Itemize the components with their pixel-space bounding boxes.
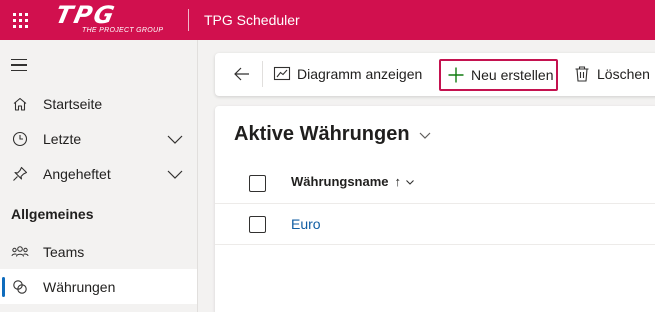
show-chart-button[interactable]: Diagramm anzeigen	[273, 59, 422, 89]
table-row[interactable]: Euro	[215, 204, 655, 245]
sidebar-section-title: Allgemeines	[11, 206, 94, 222]
back-arrow-icon[interactable]	[233, 65, 251, 83]
header-divider	[188, 9, 189, 31]
hamburger-menu-icon[interactable]	[11, 59, 27, 71]
coins-icon	[11, 278, 29, 296]
sidebar-item-teams[interactable]: Teams	[0, 234, 197, 269]
company-logo[interactable]: TPG THE PROJECT GROUP	[53, 1, 180, 36]
plus-icon	[447, 66, 465, 84]
sidebar-item-startseite[interactable]: Startseite	[0, 86, 197, 121]
pin-icon	[11, 165, 29, 183]
command-separator	[262, 61, 263, 87]
currency-name-link[interactable]: Euro	[291, 216, 321, 232]
delete-button[interactable]: Löschen	[573, 59, 650, 89]
sidebar-item-label: Angeheftet	[43, 165, 111, 182]
new-button[interactable]: Neu erstellen	[439, 59, 558, 91]
app-title[interactable]: TPG Scheduler	[204, 12, 300, 28]
row-checkbox[interactable]	[249, 216, 266, 233]
logo-mark: TPG	[53, 1, 119, 29]
new-button-label: Neu erstellen	[471, 67, 554, 83]
grid-header-row: Währungsname ↑	[215, 164, 655, 204]
home-icon	[11, 95, 29, 113]
chevron-down-icon	[406, 179, 414, 185]
view-selector[interactable]: Aktive Währungen	[234, 123, 432, 146]
sidebar-item-label: Währungen	[43, 278, 116, 295]
app-launcher-button[interactable]	[0, 0, 40, 40]
view-title: Aktive Währungen	[234, 123, 410, 145]
chevron-down-icon	[419, 132, 431, 139]
trash-icon	[573, 65, 591, 83]
sidebar-item-label: Teams	[43, 243, 85, 260]
people-icon	[11, 243, 29, 261]
sidebar: Startseite Letzte Angeheftet Allgemeines…	[0, 40, 198, 312]
sidebar-item-label: Letzte	[43, 130, 82, 147]
chevron-down-icon[interactable]	[166, 130, 184, 148]
column-header-label: Währungsname	[291, 174, 389, 189]
top-header: TPG THE PROJECT GROUP TPG Scheduler	[0, 0, 655, 40]
sort-ascending-icon: ↑	[394, 174, 402, 189]
show-chart-label: Diagramm anzeigen	[297, 66, 423, 82]
sidebar-item-angeheftet[interactable]: Angeheftet	[0, 156, 197, 191]
active-indicator	[2, 277, 5, 297]
delete-button-label: Löschen	[597, 66, 650, 82]
chart-icon	[273, 65, 291, 83]
column-header-waehrungsname[interactable]: Währungsname ↑	[291, 174, 415, 189]
command-bar: Diagramm anzeigen Neu erstellen Löschen	[215, 53, 655, 96]
chevron-down-icon[interactable]	[166, 165, 184, 183]
grid-card: Aktive Währungen Währungsname ↑ Euro	[215, 106, 655, 312]
sidebar-item-waehrungen[interactable]: Währungen	[0, 269, 197, 304]
waffle-icon	[12, 12, 28, 28]
sidebar-item-letzte[interactable]: Letzte	[0, 121, 197, 156]
sidebar-item-label: Startseite	[43, 95, 103, 112]
clock-icon	[11, 130, 29, 148]
select-all-checkbox[interactable]	[249, 175, 266, 192]
